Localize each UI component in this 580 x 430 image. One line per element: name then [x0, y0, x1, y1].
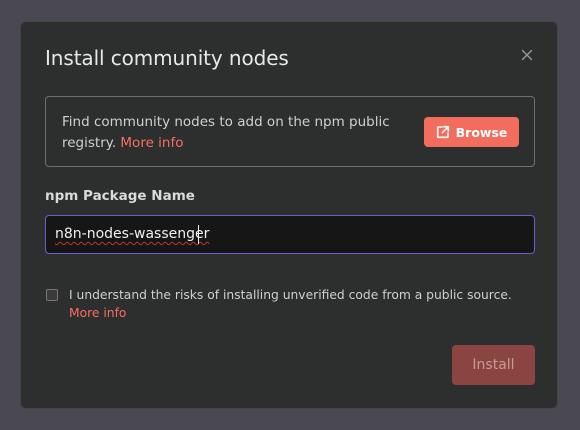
dialog-title: Install community nodes: [45, 46, 289, 70]
browse-button[interactable]: Browse: [424, 117, 519, 147]
install-community-nodes-dialog: Install community nodes Find community n…: [20, 21, 558, 409]
risk-acknowledgement-checkbox[interactable]: [46, 289, 58, 301]
package-name-input[interactable]: [45, 215, 535, 254]
info-callout: Find community nodes to add on the npm p…: [45, 96, 535, 167]
info-more-info-link[interactable]: More info: [120, 135, 183, 151]
package-name-label: npm Package Name: [45, 188, 195, 204]
info-description: Find community nodes to add on the npm p…: [62, 114, 390, 151]
info-text: Find community nodes to add on the npm p…: [62, 112, 392, 154]
browse-label: Browse: [455, 124, 508, 140]
text-caret: [198, 225, 199, 244]
close-icon[interactable]: [519, 47, 535, 63]
external-link-icon: [436, 125, 450, 139]
install-button[interactable]: Install: [452, 345, 535, 385]
risk-acknowledgement-label[interactable]: I understand the risks of installing unv…: [69, 286, 512, 304]
risk-more-info-link[interactable]: More info: [69, 304, 126, 322]
